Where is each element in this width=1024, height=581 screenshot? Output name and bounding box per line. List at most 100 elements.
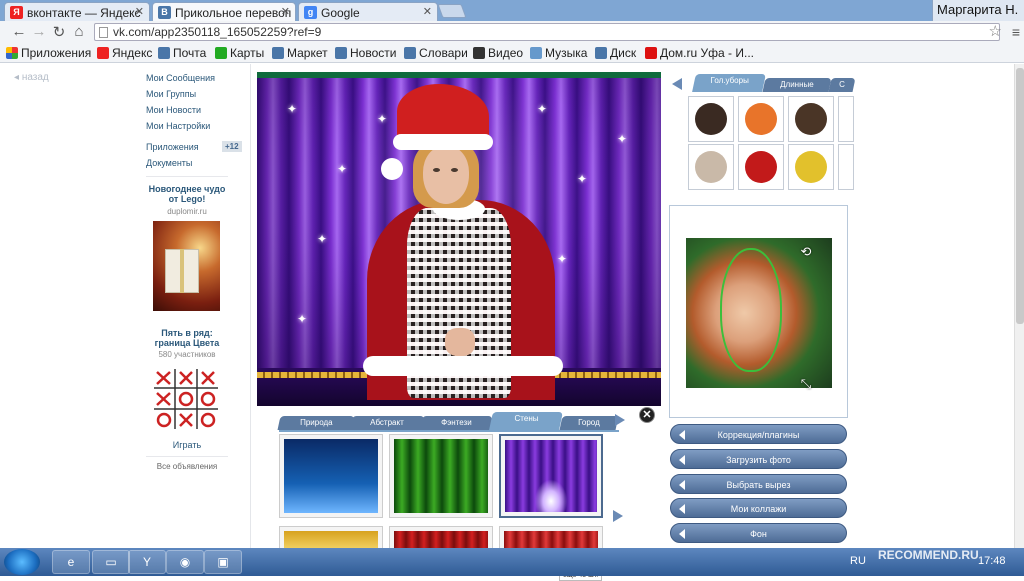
tab-nature[interactable]: Природа xyxy=(277,416,355,430)
tabs-next-arrow-icon[interactable] xyxy=(615,414,625,426)
background-thumb-selected[interactable] xyxy=(499,434,603,518)
choose-cutout-button[interactable]: Выбрать вырез xyxy=(670,474,847,494)
accessory-item[interactable] xyxy=(738,144,784,190)
sidebar-item-settings[interactable]: Мои Настройки xyxy=(146,121,210,131)
sidebar-item-messages[interactable]: Мои Сообщения xyxy=(146,73,215,83)
ie-taskbar-icon[interactable]: e xyxy=(52,550,90,574)
tictactoe-board-icon xyxy=(154,369,218,429)
ad-domain: duplomir.ru xyxy=(167,207,207,216)
tabs-prev-arrow-icon[interactable] xyxy=(672,78,682,90)
triangle-left-icon xyxy=(679,480,685,490)
tab-google[interactable]: g Google ✕ xyxy=(298,2,438,21)
windows-taskbar: e ▭ Y ◉ ▣ RU RECOMMEND.RU 17:48 xyxy=(0,548,1024,576)
beard-icon xyxy=(695,151,727,183)
close-tab-icon[interactable]: ✕ xyxy=(281,5,290,18)
folder-icon xyxy=(272,47,284,59)
bookmark-dictionaries[interactable]: Словари xyxy=(404,46,468,60)
start-button[interactable] xyxy=(4,549,40,575)
clock[interactable]: 17:48 xyxy=(978,555,1006,567)
profile-name[interactable]: Маргарита Н. xyxy=(932,0,1024,21)
tab-city[interactable]: Город xyxy=(559,416,619,430)
tab-abstract[interactable]: Абстракт xyxy=(349,416,425,430)
yandex-taskbar-icon[interactable]: Y xyxy=(128,550,166,574)
ad-image-tictactoe[interactable] xyxy=(152,367,220,431)
bookmark-apps[interactable]: Приложения xyxy=(6,46,91,60)
background-thumb[interactable] xyxy=(279,434,383,518)
new-tab-button[interactable] xyxy=(437,4,467,18)
tab-label: Прикольное перевоп xyxy=(175,6,292,20)
bookmark-news[interactable]: Новости xyxy=(335,46,396,60)
sidebar-item-groups[interactable]: Мои Группы xyxy=(146,89,196,99)
thumbs-next-arrow-icon[interactable] xyxy=(613,510,623,522)
menu-icon[interactable]: ≡ xyxy=(1012,24,1020,40)
bookmark-maps[interactable]: Карты xyxy=(215,46,264,60)
bookmark-market[interactable]: Маркет xyxy=(272,46,328,60)
tab-more[interactable]: С xyxy=(828,78,856,92)
chrome-taskbar-icon[interactable]: ◉ xyxy=(166,550,204,574)
home-icon[interactable]: ⌂ xyxy=(70,23,88,40)
thumb-green-curtain xyxy=(394,439,488,513)
accessory-item[interactable] xyxy=(688,96,734,142)
sidebar-item-apps[interactable]: Приложения xyxy=(146,142,199,152)
tab-vk-app[interactable]: B Прикольное перевоп ✕ xyxy=(152,2,296,21)
bookmark-star-icon[interactable]: ☆ xyxy=(989,22,1002,40)
scrollbar-thumb[interactable] xyxy=(1016,68,1024,324)
sidebar-item-news[interactable]: Мои Новости xyxy=(146,105,201,115)
triangle-left-icon xyxy=(679,430,685,440)
correction-plugins-button[interactable]: Коррекция/плагины xyxy=(670,424,847,444)
bookmark-yandex[interactable]: Яндекс xyxy=(97,46,152,60)
tab-long[interactable]: Длинные xyxy=(762,78,832,92)
close-tab-icon[interactable]: ✕ xyxy=(135,5,144,18)
bookmark-music[interactable]: Музыка xyxy=(530,46,587,60)
ad-title-lego[interactable]: Новогоднее чудо от Lego! xyxy=(146,184,228,204)
face-cutout-outline[interactable] xyxy=(720,248,782,372)
rotate-icon[interactable]: ⟲ xyxy=(798,244,814,260)
bookmark-video[interactable]: Видео xyxy=(473,46,523,60)
my-collages-button[interactable]: Мои коллажи xyxy=(670,498,847,518)
ad-participants: 580 участников xyxy=(158,350,216,359)
reload-icon[interactable]: ↻ xyxy=(50,23,68,41)
background-thumb[interactable] xyxy=(389,434,493,518)
hat-band xyxy=(393,134,493,150)
close-tab-icon[interactable]: ✕ xyxy=(423,5,432,18)
page-scrollbar[interactable] xyxy=(1014,64,1024,548)
language-indicator[interactable]: RU xyxy=(850,555,866,567)
tab-yandex[interactable]: Я вконтакте — Яндекс ✕ xyxy=(4,2,150,21)
url-text: vk.com/app2350118_165052259?ref=9 xyxy=(113,25,322,39)
sparkle-icon: ✦ xyxy=(577,172,588,186)
tab-fantasy[interactable]: Фэнтези xyxy=(419,416,493,430)
back-arrow-icon[interactable]: ← xyxy=(10,23,28,40)
tab-headwear[interactable]: Гол.уборы xyxy=(692,74,766,92)
accessory-item[interactable] xyxy=(788,144,834,190)
back-link[interactable]: ◂ назад xyxy=(14,72,49,83)
app-taskbar-icon[interactable]: ▣ xyxy=(204,550,242,574)
close-icon[interactable]: ✕ xyxy=(639,407,655,423)
bookmark-disk[interactable]: Диск xyxy=(595,46,636,60)
bookmark-domru[interactable]: Дом.ru Уфа - И... xyxy=(645,46,754,60)
collage-canvas[interactable]: ✦ ✦ ✦ ✦ ✦ ✦ ✦ ✦ ✦ ✦ xyxy=(257,72,661,408)
background-tabs: Природа Абстракт Фэнтези Стены Город xyxy=(277,412,635,430)
thumb-blue-spotlight xyxy=(284,439,378,513)
forward-arrow-icon[interactable]: → xyxy=(30,23,48,40)
explorer-taskbar-icon[interactable]: ▭ xyxy=(92,550,130,574)
play-link[interactable]: Играть xyxy=(146,440,228,450)
accessory-item[interactable] xyxy=(838,144,854,190)
accessory-item[interactable] xyxy=(738,96,784,142)
all-ads-link[interactable]: Все объявления xyxy=(146,462,228,471)
ad-image-gift[interactable] xyxy=(153,221,220,311)
accessory-item[interactable] xyxy=(838,96,854,142)
background-button[interactable]: Фон xyxy=(670,523,847,543)
accessory-item[interactable] xyxy=(788,96,834,142)
girl-figure xyxy=(363,80,563,408)
address-bar[interactable]: vk.com/app2350118_165052259?ref=9 xyxy=(94,23,1000,41)
tab-walls[interactable]: Стены xyxy=(489,412,563,430)
uploaded-photo[interactable]: ⟲ ⤡ xyxy=(686,238,832,391)
ad-title-game[interactable]: Пять в ряд: граница Цвета xyxy=(146,328,228,348)
sidebar-item-documents[interactable]: Документы xyxy=(146,158,192,168)
upload-photo-button[interactable]: Загрузить фото xyxy=(670,449,847,469)
bookmark-mail[interactable]: Почта xyxy=(158,46,206,60)
gift-ribbon xyxy=(180,249,184,293)
resize-icon[interactable]: ⤡ xyxy=(798,376,814,392)
browser-toolbar: ← → ↻ ⌂ vk.com/app2350118_165052259?ref=… xyxy=(0,21,1024,43)
accessory-item[interactable] xyxy=(688,144,734,190)
